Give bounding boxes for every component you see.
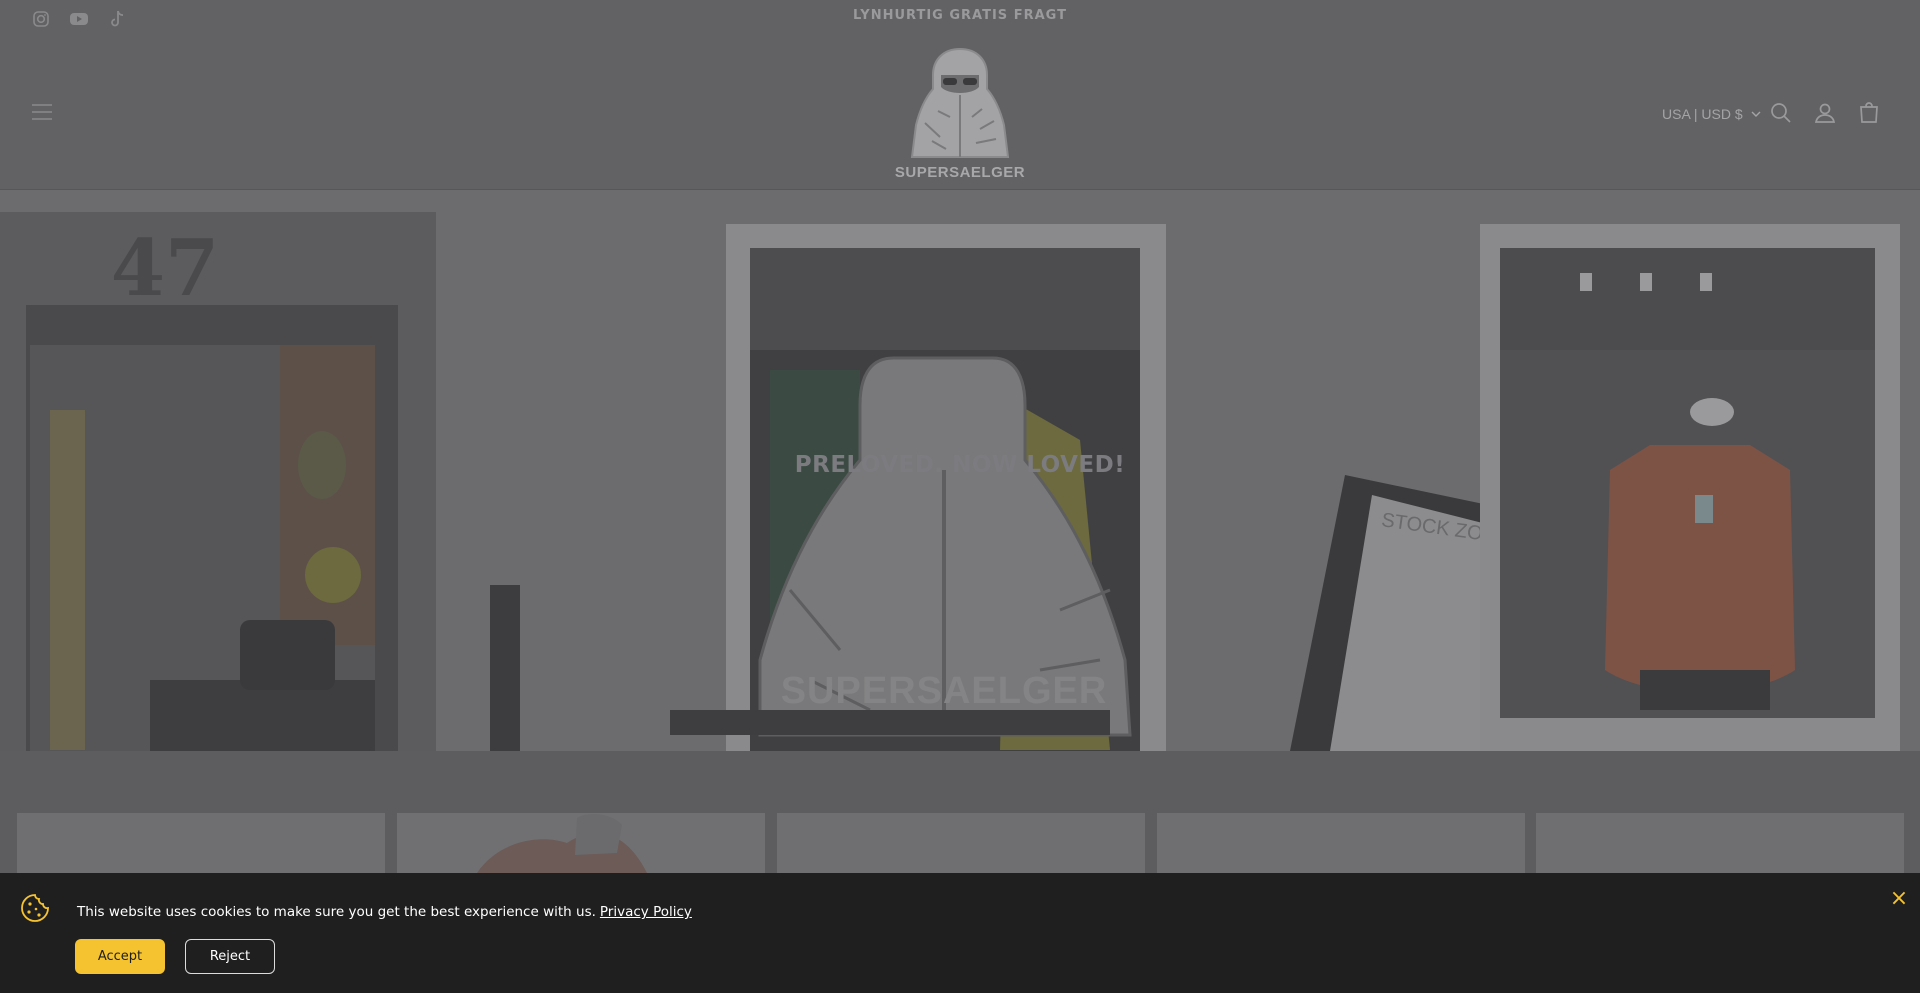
accept-cookies-button[interactable]: Accept xyxy=(75,939,165,974)
search-icon[interactable] xyxy=(1769,101,1793,125)
shop-number: 47 xyxy=(111,223,220,314)
announcement-bar: LYNHURTIG GRATIS FRAGT xyxy=(0,0,1920,35)
logo-wordmark: SUPERSAELGER xyxy=(895,164,1025,181)
cart-icon[interactable] xyxy=(1857,101,1881,125)
hero-banner: 47 SUPERSAELGER STOCK ZONE PRELOVED. NOW… xyxy=(0,190,1920,751)
hero-title: PRELOVED. NOW LOVED! xyxy=(794,452,1126,478)
country-selector[interactable]: USA | USD $ xyxy=(1662,106,1761,122)
close-icon[interactable]: × xyxy=(1889,888,1909,910)
account-icon[interactable] xyxy=(1813,101,1837,125)
chevron-down-icon xyxy=(1751,111,1761,117)
cookie-message: This website uses cookies to make sure y… xyxy=(77,904,692,920)
country-selector-label: USA | USD $ xyxy=(1662,106,1743,122)
hamburger-menu-icon[interactable] xyxy=(30,102,54,122)
cookie-icon xyxy=(20,893,50,923)
site-header: SUPERSAELGER USA | USD $ xyxy=(0,35,1920,190)
window-logo-text: SUPERSAELGER xyxy=(781,670,1108,712)
cookie-message-text: This website uses cookies to make sure y… xyxy=(77,904,596,920)
reject-cookies-button[interactable]: Reject xyxy=(185,939,275,974)
cookie-banner: This website uses cookies to make sure y… xyxy=(0,873,1920,993)
privacy-policy-link[interactable]: Privacy Policy xyxy=(600,904,692,920)
announcement-text: LYNHURTIG GRATIS FRAGT xyxy=(853,8,1067,23)
site-logo[interactable]: SUPERSAELGER xyxy=(880,45,1040,185)
